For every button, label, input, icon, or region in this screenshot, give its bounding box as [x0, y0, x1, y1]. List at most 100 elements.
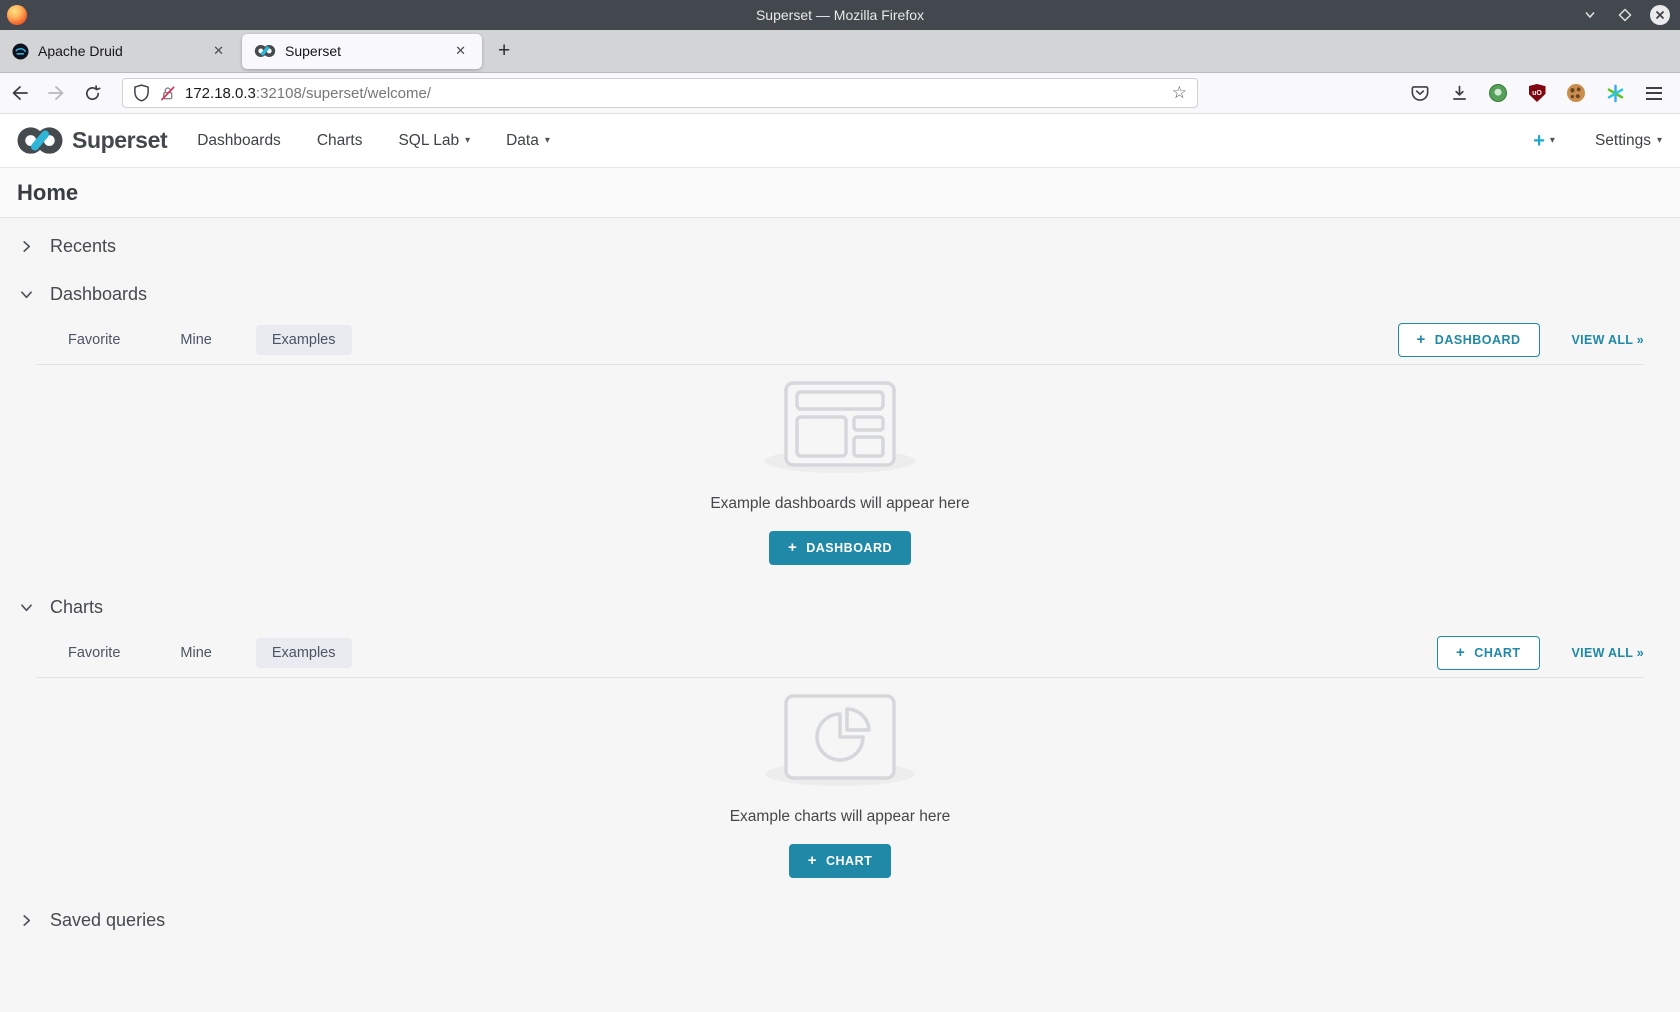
section-title: Recents: [50, 236, 116, 257]
empty-state-text: Example charts will appear here: [730, 808, 951, 826]
ublock-button[interactable]: uO: [1527, 83, 1547, 103]
new-item-menu-button[interactable]: + ▾: [1533, 131, 1555, 151]
url-bar[interactable]: 172.18.0.3:32108/superset/welcome/ ☆: [122, 78, 1198, 108]
caret-down-icon: ▾: [545, 135, 550, 146]
chart-empty-icon: [784, 694, 896, 780]
privacy-badger-button[interactable]: [1488, 83, 1508, 103]
superset-logo-icon: [16, 125, 64, 156]
plus-icon: +: [1456, 647, 1465, 659]
chevron-right-icon: [20, 240, 33, 253]
url-host: 172.18.0.3: [185, 85, 256, 102]
tracking-shield-icon: [133, 84, 150, 102]
superset-navbar: Superset Dashboards Charts SQL Lab▾ Data…: [0, 114, 1680, 168]
dashboards-tab-favorite[interactable]: Favorite: [52, 325, 136, 355]
chevron-right-icon: [20, 914, 33, 927]
tab-close-icon[interactable]: ✕: [209, 41, 228, 61]
pocket-icon: [1411, 85, 1429, 102]
diamond-icon: [1618, 8, 1632, 22]
ublock-shield-icon: uO: [1529, 84, 1546, 102]
welcome-content: Recents Dashboards Favorite Mine Example…: [0, 218, 1680, 1012]
reload-icon: [84, 85, 101, 102]
nav-data[interactable]: Data▾: [506, 132, 550, 150]
maximize-button[interactable]: [1615, 5, 1635, 25]
add-chart-primary-button[interactable]: + CHART: [789, 844, 892, 878]
dashboards-tab-examples[interactable]: Examples: [256, 325, 352, 355]
tab-title: Superset: [285, 43, 442, 59]
page-header: Home: [0, 168, 1680, 218]
plus-icon: +: [788, 542, 797, 554]
url-text[interactable]: 172.18.0.3:32108/superset/welcome/: [185, 85, 1163, 102]
nav-charts[interactable]: Charts: [317, 132, 363, 150]
plus-icon: +: [1417, 334, 1426, 346]
window-title: Superset — Mozilla Firefox: [0, 7, 1680, 23]
add-dashboard-primary-button[interactable]: + DASHBOARD: [769, 531, 911, 565]
section-recents-toggle[interactable]: Recents: [20, 226, 1680, 266]
back-arrow-icon: [11, 85, 29, 101]
charts-tab-mine[interactable]: Mine: [164, 638, 227, 668]
download-icon: [1451, 85, 1468, 102]
caret-down-icon: ▾: [1657, 135, 1662, 146]
reload-button[interactable]: [76, 78, 108, 108]
colorful-asterisk-icon: [1606, 84, 1625, 103]
close-icon: [1655, 10, 1665, 20]
dashboard-empty-icon: [784, 381, 896, 467]
charts-subheader: Favorite Mine Examples + CHART VIEW ALL …: [0, 629, 1680, 677]
plus-icon: +: [1533, 131, 1545, 151]
tab-strip: Apache Druid ✕ Superset ✕ +: [0, 30, 1680, 73]
back-button[interactable]: [4, 78, 36, 108]
minimize-button[interactable]: [1580, 5, 1600, 25]
charts-tab-examples[interactable]: Examples: [256, 638, 352, 668]
add-dashboard-button[interactable]: + DASHBOARD: [1398, 323, 1540, 357]
chevron-down-icon: [1583, 8, 1597, 22]
settings-menu-button[interactable]: Settings ▾: [1595, 132, 1662, 150]
privacy-badger-icon: [1489, 84, 1507, 102]
menu-button[interactable]: [1644, 83, 1664, 103]
browser-toolbar: 172.18.0.3:32108/superset/welcome/ ☆ u: [0, 73, 1680, 114]
section-dashboards-toggle[interactable]: Dashboards: [20, 274, 1680, 314]
caret-down-icon: ▾: [1550, 135, 1555, 146]
tab-apache-druid[interactable]: Apache Druid ✕: [0, 30, 240, 72]
insecure-lock-icon: [159, 85, 176, 102]
bookmark-star-icon[interactable]: ☆: [1172, 83, 1187, 103]
tab-close-icon[interactable]: ✕: [451, 41, 470, 61]
add-chart-button[interactable]: + CHART: [1437, 636, 1540, 670]
forward-arrow-icon: [47, 85, 65, 101]
superset-brand[interactable]: Superset: [16, 125, 167, 156]
firefox-window: Superset — Mozilla Firefox: [0, 0, 1680, 1012]
window-titlebar: Superset — Mozilla Firefox: [0, 0, 1680, 30]
brand-name: Superset: [72, 127, 167, 154]
forward-button[interactable]: [40, 78, 72, 108]
nav-sql-lab[interactable]: SQL Lab▾: [398, 132, 470, 150]
view-all-charts-link[interactable]: VIEW ALL »: [1572, 646, 1644, 660]
pocket-button[interactable]: [1410, 83, 1430, 103]
section-title: Dashboards: [50, 284, 147, 305]
dashboards-empty-state: Example dashboards will appear here + DA…: [0, 365, 1680, 579]
dashboards-tab-mine[interactable]: Mine: [164, 325, 227, 355]
section-title: Saved queries: [50, 910, 165, 931]
new-tab-button[interactable]: +: [484, 39, 524, 63]
charts-tab-favorite[interactable]: Favorite: [52, 638, 136, 668]
cookie-extension-button[interactable]: [1566, 83, 1586, 103]
cookie-icon: [1567, 84, 1585, 102]
page-title: Home: [17, 180, 78, 206]
section-saved-queries-toggle[interactable]: Saved queries: [20, 900, 1680, 940]
nav-dashboards[interactable]: Dashboards: [197, 132, 281, 150]
superset-favicon: [254, 44, 276, 58]
plus-icon: +: [808, 855, 817, 867]
downloads-button[interactable]: [1449, 83, 1469, 103]
empty-state-text: Example dashboards will appear here: [710, 495, 969, 513]
druid-favicon: [12, 43, 29, 60]
charts-empty-state: Example charts will appear here + CHART: [0, 678, 1680, 892]
tab-superset[interactable]: Superset ✕: [242, 34, 482, 69]
container-extension-button[interactable]: [1605, 83, 1625, 103]
chevron-down-icon: [20, 288, 33, 301]
dashboards-subheader: Favorite Mine Examples + DASHBOARD VIEW …: [0, 316, 1680, 364]
section-charts-toggle[interactable]: Charts: [20, 587, 1680, 627]
section-title: Charts: [50, 597, 103, 618]
url-path: :32108/superset/welcome/: [256, 85, 431, 102]
chevron-down-icon: [20, 601, 33, 614]
close-button[interactable]: [1650, 5, 1670, 25]
view-all-dashboards-link[interactable]: VIEW ALL »: [1572, 333, 1644, 347]
tab-title: Apache Druid: [38, 43, 200, 59]
caret-down-icon: ▾: [465, 135, 470, 146]
